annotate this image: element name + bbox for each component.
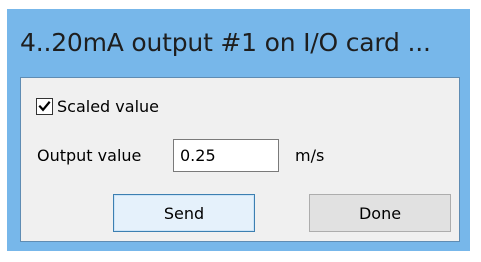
output-value-label: Output value: [37, 146, 142, 165]
output-value-input[interactable]: [173, 139, 279, 172]
scaled-value-label: Scaled value: [57, 96, 159, 116]
checkmark-icon: [38, 100, 51, 111]
checkbox-box[interactable]: [36, 97, 53, 115]
done-button[interactable]: Done: [309, 194, 451, 232]
scaled-value-checkbox[interactable]: Scaled value: [36, 95, 159, 117]
send-button[interactable]: Send: [113, 194, 255, 232]
unit-label: m/s: [295, 146, 325, 165]
window-title: 4..20mA output #1 on I/O card ...: [20, 28, 431, 57]
dialog-body: Scaled value Output value m/s Send Done: [20, 77, 460, 242]
